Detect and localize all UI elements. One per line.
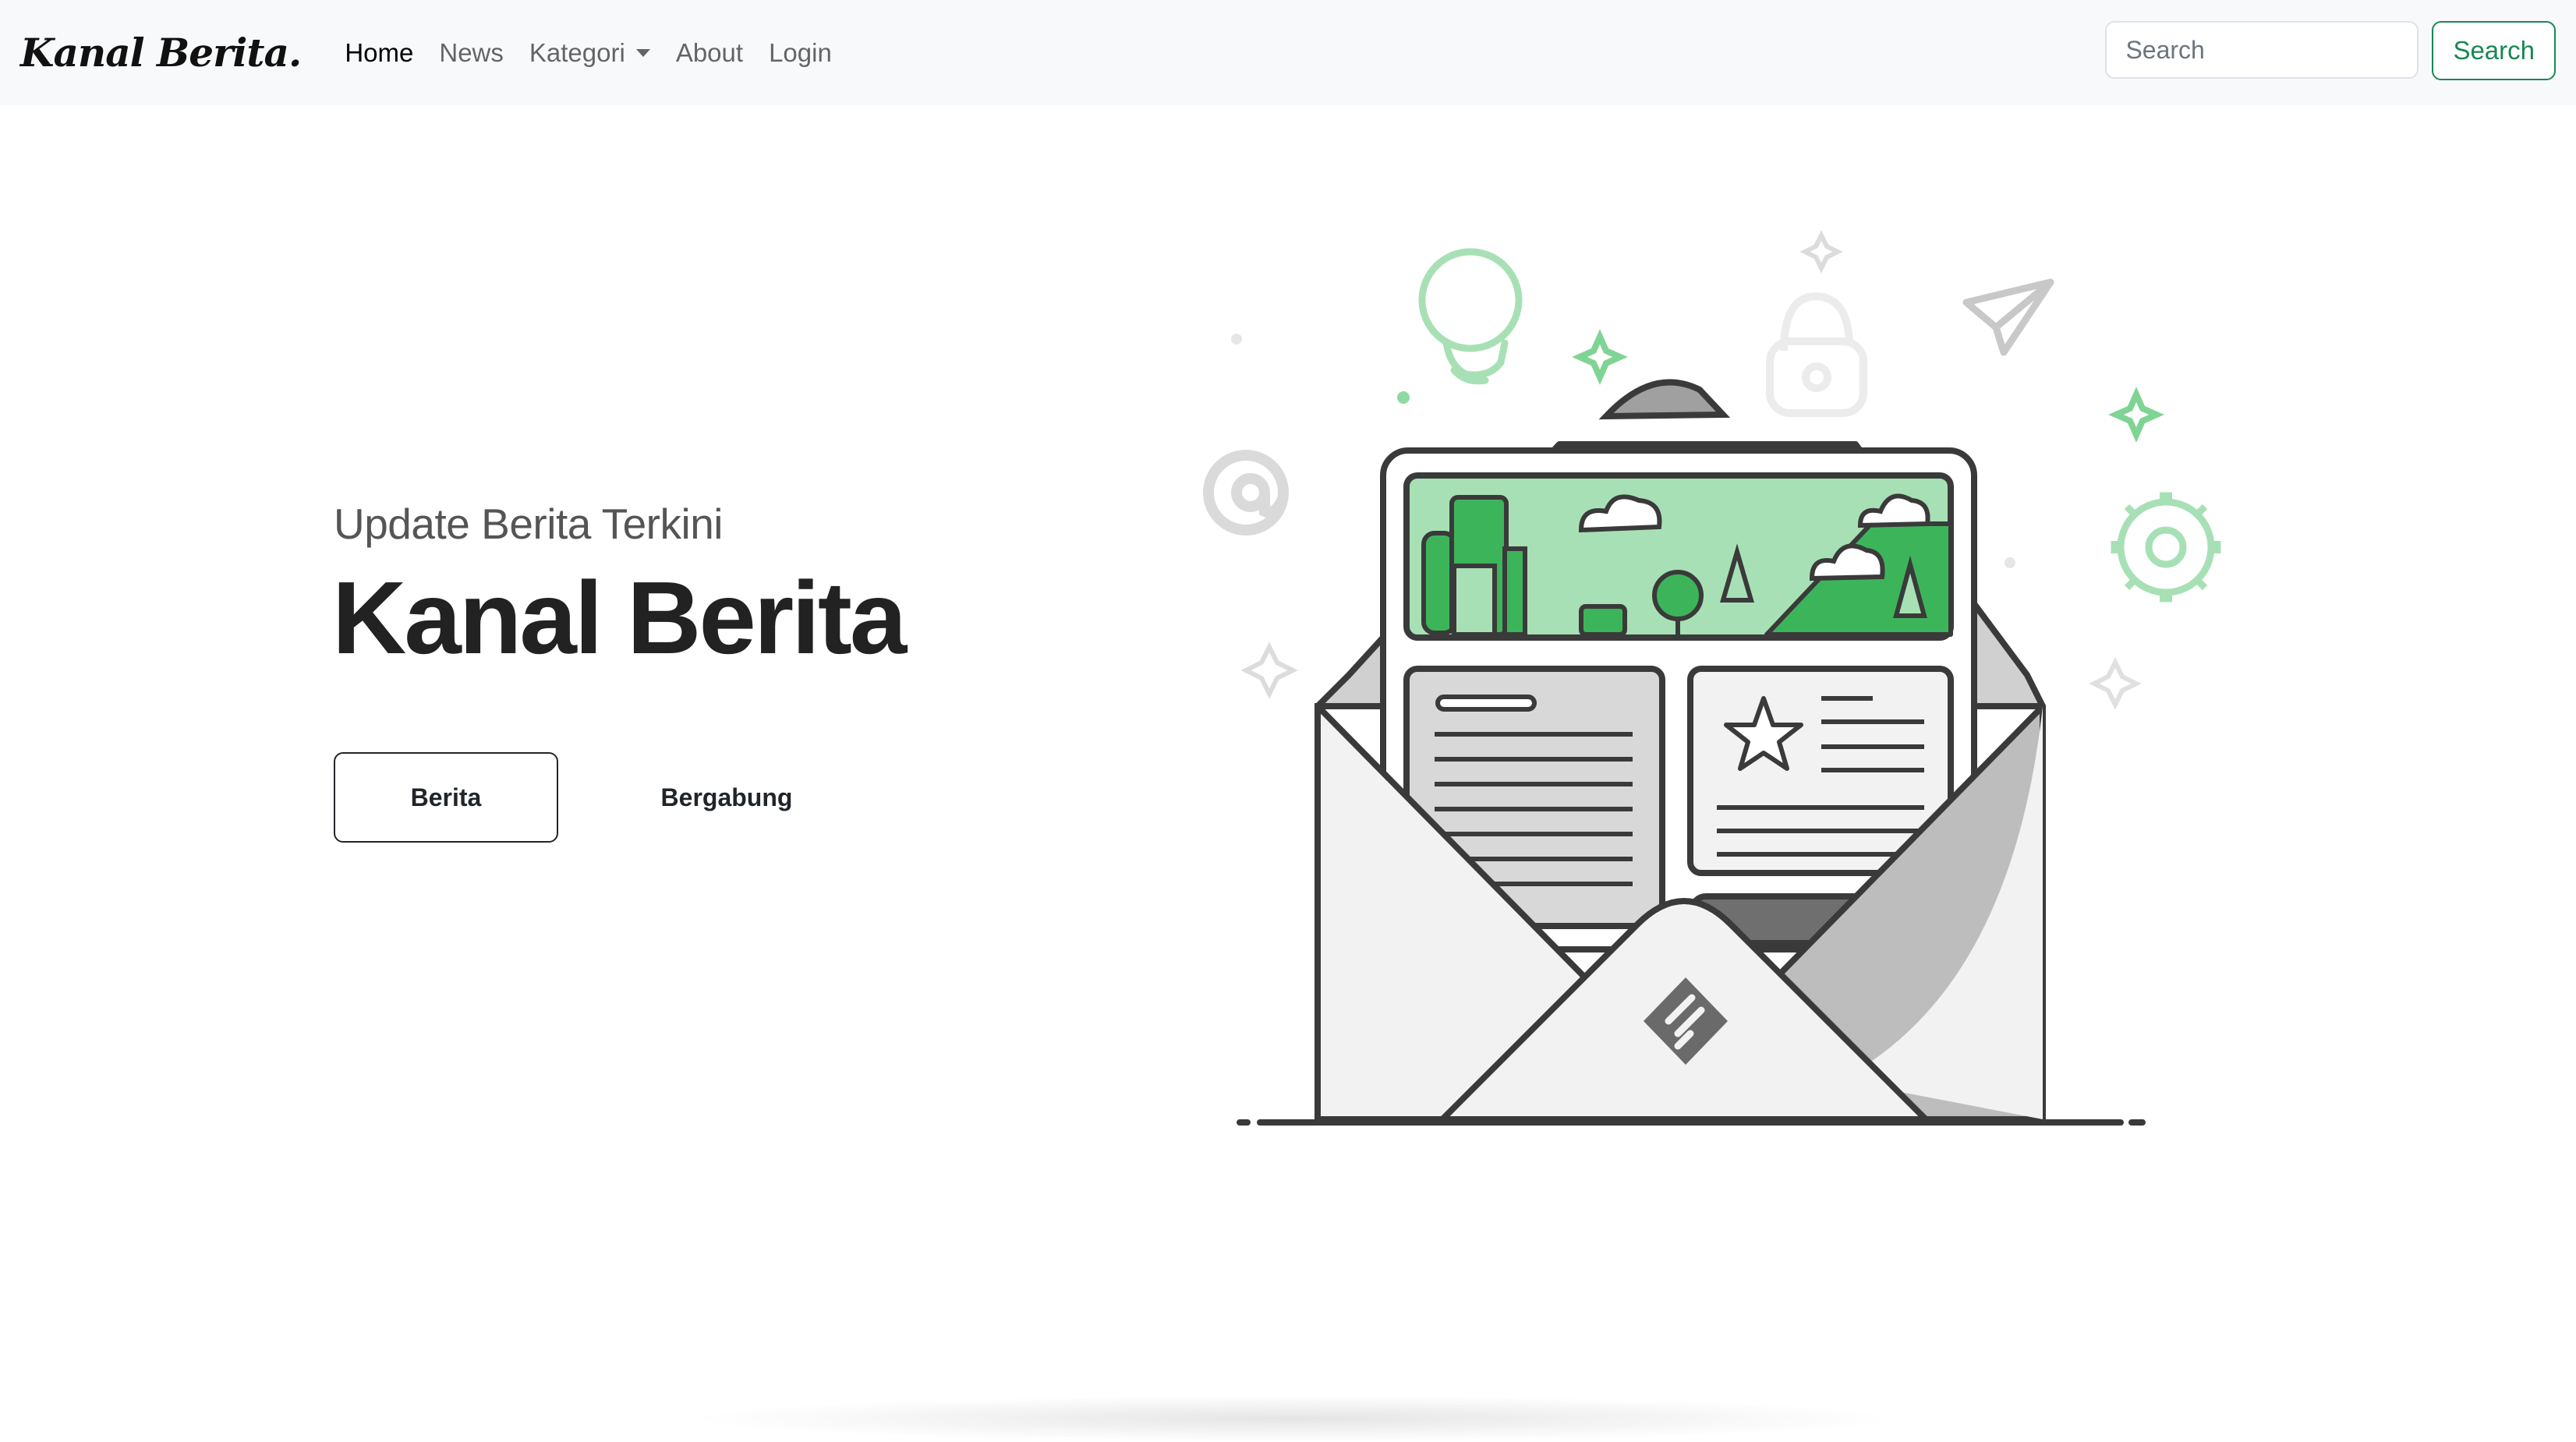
bergabung-button[interactable]: Bergabung <box>624 752 830 843</box>
berita-button[interactable]: Berita <box>334 752 558 843</box>
nav-link-about[interactable]: About <box>676 38 743 68</box>
nav-links: Home News Kategori About Login <box>345 38 857 68</box>
section-divider-shadow <box>686 1395 1902 1442</box>
hero-subtitle: Update Berita Terkini <box>334 500 724 548</box>
nav-link-home[interactable]: Home <box>345 38 413 68</box>
newsletter-envelope-illustration <box>1203 230 2221 1126</box>
nav-link-kategori-label: Kategori <box>529 37 625 67</box>
hero-title: Kanal Berita <box>332 560 907 675</box>
dot-decoration <box>1231 334 1242 345</box>
nav-link-kategori[interactable]: Kategori <box>529 38 650 68</box>
dot-decoration <box>2005 557 2015 568</box>
search-button[interactable]: Search <box>2432 21 2556 80</box>
at-sign-icon <box>1203 450 1289 535</box>
sparkle-icon <box>2108 387 2164 443</box>
search-input[interactable] <box>2105 21 2419 79</box>
gear-icon <box>2111 492 2221 603</box>
sparkle-icon <box>1572 329 1628 385</box>
brand-logo[interactable]: Kanal Berita. <box>20 30 302 76</box>
nav-link-news[interactable]: News <box>439 38 504 68</box>
sparkle-icon <box>1240 641 1298 699</box>
chevron-down-icon <box>635 48 650 57</box>
paper-plane-icon <box>1962 278 2054 356</box>
nav-link-login[interactable]: Login <box>769 38 832 68</box>
navbar: Kanal Berita. Home News Kategori About L… <box>0 0 2576 105</box>
dot-decoration <box>1397 391 1410 404</box>
lightbulb-icon <box>1418 248 1523 385</box>
sparkle-icon <box>2089 657 2142 710</box>
lock-icon <box>1766 292 1867 417</box>
search-form: Search <box>2105 21 2556 80</box>
sparkle-icon <box>1799 230 1843 274</box>
